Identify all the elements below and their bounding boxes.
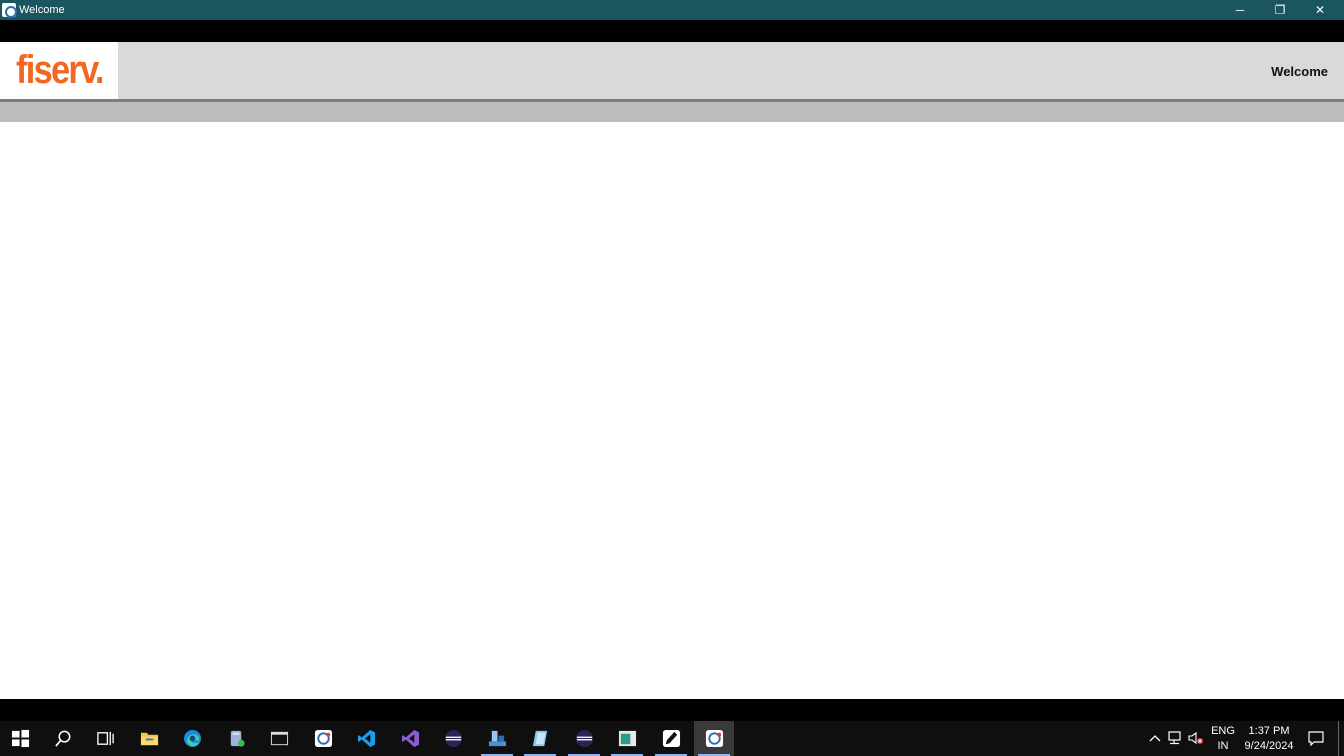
refresh-app-button[interactable]: [303, 721, 343, 756]
bottom-black-band: [0, 699, 1344, 721]
eclipse-button[interactable]: [433, 721, 473, 756]
eclipse-2-button[interactable]: [564, 721, 604, 756]
main-content: [0, 122, 1344, 699]
terminal-icon: [270, 731, 289, 746]
terminal-button[interactable]: [259, 721, 299, 756]
window-app-icon: [618, 730, 637, 747]
show-desktop-button[interactable]: [1338, 721, 1344, 756]
notes-app-button[interactable]: [520, 721, 560, 756]
folder-icon: [140, 732, 159, 746]
app-icon: [2, 3, 17, 18]
refresh-app-icon: [705, 729, 724, 748]
network-button[interactable]: [1167, 721, 1185, 756]
sub-bar: [0, 102, 1344, 122]
start-button[interactable]: [0, 721, 40, 756]
network-icon: [1168, 731, 1181, 745]
window-app-button[interactable]: [607, 721, 647, 756]
vscode-button[interactable]: [346, 721, 386, 756]
window-titlebar: Welcome ─ ❐ ✕: [0, 0, 1344, 20]
edge-button[interactable]: [172, 721, 212, 756]
task-view-icon: [97, 731, 114, 746]
show-hidden-icons-button[interactable]: [1146, 721, 1164, 756]
vscode-icon: [357, 729, 376, 748]
welcome-app-button[interactable]: [694, 721, 734, 756]
clock-time: 1:37 PM: [1248, 725, 1290, 737]
minimize-button[interactable]: ─: [1220, 0, 1260, 20]
visual-studio-icon: [401, 729, 420, 748]
fiserv-logo: fiserv.: [16, 48, 104, 92]
notes-icon: [532, 730, 548, 747]
windows-icon: [11, 729, 30, 748]
window-title: Welcome: [19, 4, 65, 16]
region-label: IN: [1217, 740, 1229, 752]
task-view-button[interactable]: [85, 721, 125, 756]
visual-studio-button[interactable]: [390, 721, 430, 756]
pen-app-icon: [662, 729, 681, 748]
notification-icon: [1308, 731, 1324, 746]
eclipse-icon: [444, 729, 463, 748]
top-black-band: [0, 20, 1344, 42]
edge-icon: [183, 729, 202, 748]
chevron-up-icon: [1149, 735, 1161, 742]
search-button[interactable]: [43, 721, 83, 756]
chart-app-icon: [488, 730, 507, 747]
page-title: Welcome: [1271, 64, 1328, 79]
clock-date: 9/24/2024: [1244, 740, 1294, 752]
clock[interactable]: 1:37 PM 9/24/2024: [1240, 721, 1298, 756]
app-header: fiserv. Welcome: [0, 42, 1344, 99]
database-icon: [230, 730, 245, 747]
language-indicator[interactable]: ENG IN: [1207, 721, 1239, 756]
chart-app-button[interactable]: [477, 721, 517, 756]
database-app-button[interactable]: [216, 721, 256, 756]
notifications-button[interactable]: [1302, 721, 1330, 756]
refresh-app-icon: [314, 729, 333, 748]
language-label: ENG: [1211, 725, 1235, 737]
eclipse-icon: [575, 729, 594, 748]
taskbar: ENG IN 1:37 PM 9/24/2024: [0, 721, 1344, 756]
file-explorer-button[interactable]: [129, 721, 169, 756]
logo-container: fiserv.: [0, 42, 118, 99]
volume-muted-icon: [1188, 731, 1203, 745]
restore-button[interactable]: ❐: [1260, 0, 1300, 20]
volume-button[interactable]: [1187, 721, 1205, 756]
pen-app-button[interactable]: [651, 721, 691, 756]
close-button[interactable]: ✕: [1300, 0, 1340, 20]
search-icon: [55, 730, 71, 747]
